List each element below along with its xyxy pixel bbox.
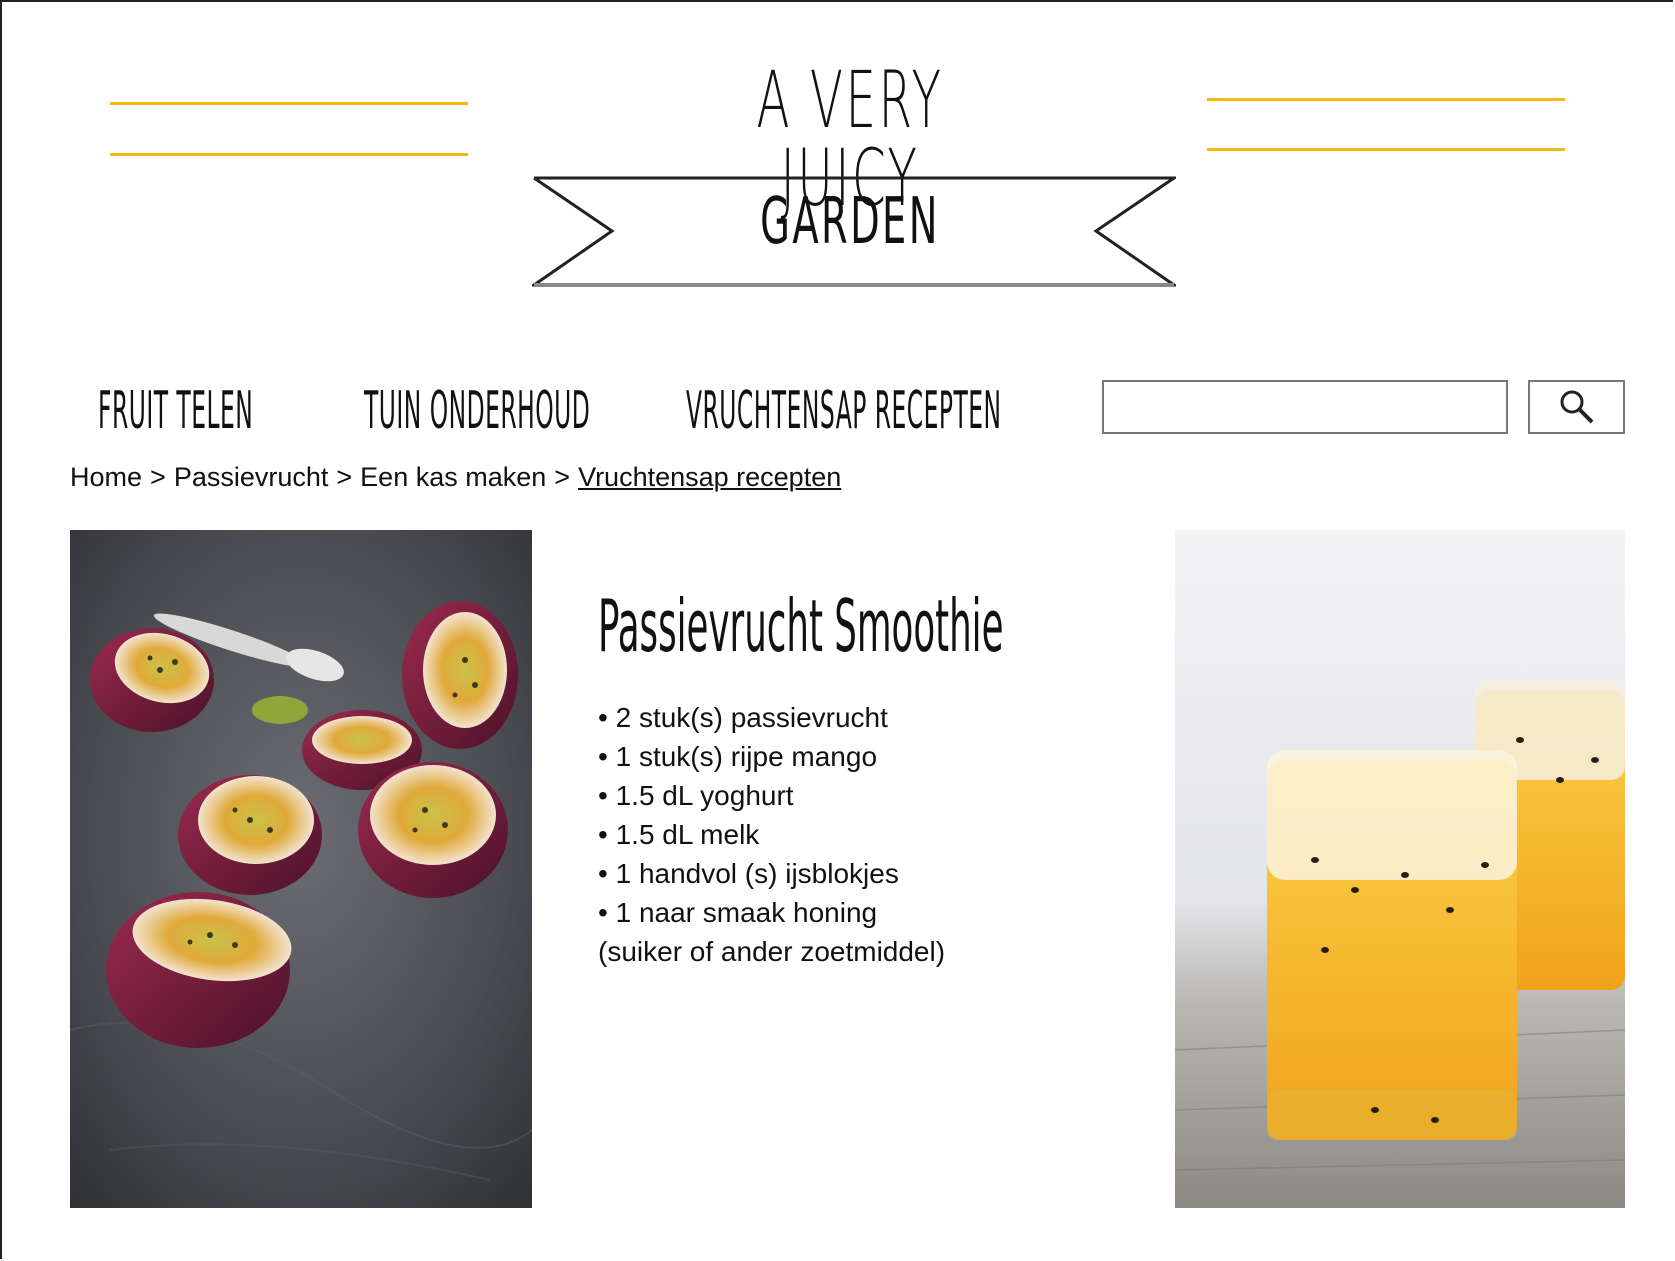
search-button[interactable] (1528, 380, 1625, 434)
nav-item-fruit-telen[interactable]: FRUIT TELEN (98, 385, 253, 445)
ingredient-item: 1.5 dL yoghurt (598, 776, 945, 815)
header-decoration-line (110, 102, 468, 105)
ingredients-list: 2 stuk(s) passievrucht 1 stuk(s) rijpe m… (598, 698, 945, 971)
passion-fruit-photo (70, 530, 532, 1208)
header-decoration-line (1207, 148, 1565, 151)
logo-subtitle[interactable]: GARDEN (760, 190, 940, 254)
breadcrumb-een-kas-maken[interactable]: Een kas maken (360, 462, 546, 492)
ingredient-item: 1 naar smaak honing (598, 893, 945, 932)
nav-item-vruchtensap-recepten[interactable]: VRUCHTENSAP RECEPTEN (686, 385, 1002, 445)
search-input[interactable] (1102, 380, 1508, 434)
header-decoration-line (110, 153, 468, 156)
smoothie-glasses-photo (1175, 530, 1625, 1208)
breadcrumb-separator: > (150, 462, 166, 492)
breadcrumb-passievrucht[interactable]: Passievrucht (174, 462, 329, 492)
ingredient-note: (suiker of ander zoetmiddel) (598, 936, 946, 967)
breadcrumb-home[interactable]: Home (70, 462, 142, 492)
header-decoration-line (1207, 98, 1565, 101)
breadcrumb-separator: > (554, 462, 571, 492)
breadcrumb-vruchtensap-recepten[interactable]: Vruchtensap recepten (578, 462, 841, 492)
ingredient-item: 1.5 dL melk (598, 815, 945, 854)
breadcrumb: Home > Passievrucht > Een kas maken > Vruchten… (70, 462, 841, 493)
ingredient-item: 2 stuk(s) passievrucht (598, 698, 945, 737)
search-icon (1560, 390, 1593, 424)
nav-item-tuin-onderhoud[interactable]: TUIN ONDERHOUD (364, 385, 590, 445)
recipe-title: Passievrucht Smoothie (598, 584, 1004, 668)
ingredient-item: 1 handvol (s) ijsblokjes (598, 854, 945, 893)
breadcrumb-separator: > (336, 462, 353, 492)
ingredient-item: 1 stuk(s) rijpe mango (598, 737, 945, 776)
